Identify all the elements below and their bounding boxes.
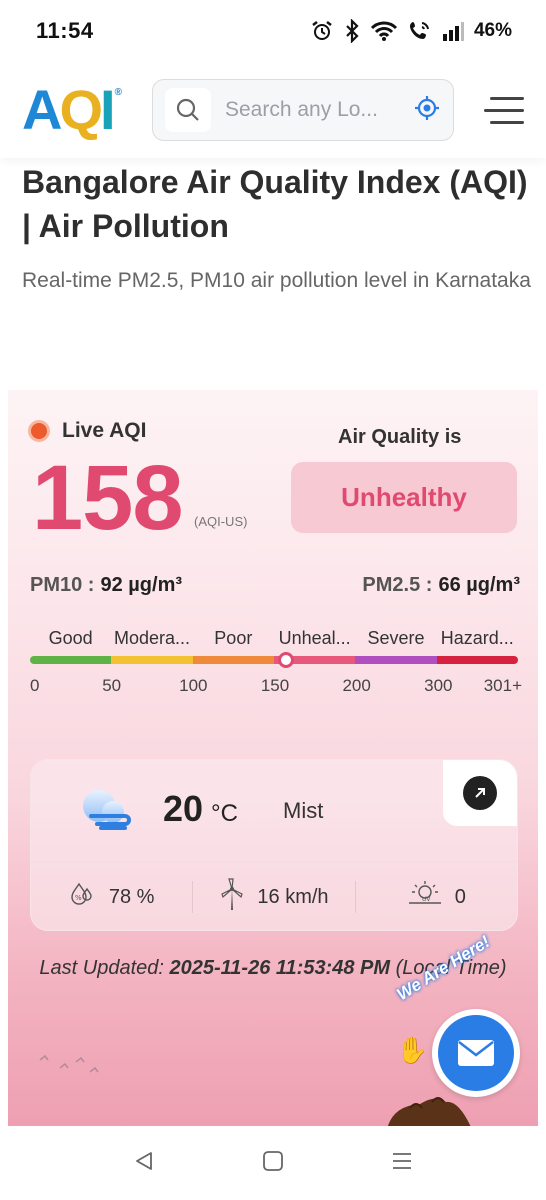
scale-label-moderate: Modera... xyxy=(113,628,191,648)
scale-segment-severe xyxy=(355,656,437,664)
wind-value: 16 km/h xyxy=(257,885,329,908)
aqi-logo[interactable]: A Q I ® xyxy=(22,82,130,138)
signal-icon xyxy=(442,21,464,41)
uv-sun-icon: UV xyxy=(407,879,443,915)
aqi-scale-ticks: 0 50 100 150 200 300 301+ xyxy=(28,676,522,698)
humidity-metric: % 78 % xyxy=(31,881,192,913)
site-header: A Q I ® Search any Lo... xyxy=(0,62,546,158)
birds-illustration xyxy=(39,1054,99,1073)
scale-segment-good xyxy=(30,656,112,664)
aqi-scale-labels: Good Modera... Poor Unheal... Severe Haz… xyxy=(30,628,518,649)
humidity-value: 78 % xyxy=(108,885,155,908)
status-time: 11:54 xyxy=(36,18,94,43)
status-icons: 46% xyxy=(310,19,512,43)
humidity-icon: % xyxy=(69,881,97,913)
status-bar: 11:54 46% xyxy=(0,0,546,62)
system-nav-bar xyxy=(0,1126,546,1200)
battery-percentage: 46% xyxy=(473,20,512,41)
live-indicator-icon xyxy=(28,420,50,442)
search-icon[interactable] xyxy=(165,88,211,132)
pm-readings: PM10 :92 µg/m³ PM2.5 :66 µg/m³ xyxy=(30,574,520,597)
aqi-value: 158 xyxy=(32,447,183,549)
scale-label-hazardous: Hazard... xyxy=(440,628,514,648)
temperature-value: 20 xyxy=(163,788,204,829)
uv-value: 0 xyxy=(454,885,466,908)
svg-text:%: % xyxy=(75,894,82,902)
wifi-icon xyxy=(370,20,398,42)
mail-icon[interactable] xyxy=(438,1015,514,1091)
back-icon[interactable] xyxy=(132,1149,156,1178)
location-target-icon[interactable] xyxy=(413,94,441,127)
scale-segment-poor xyxy=(192,656,274,664)
scale-label-severe: Severe xyxy=(367,628,425,648)
mist-cloud-icon xyxy=(77,786,133,839)
weather-details-button[interactable] xyxy=(443,760,517,826)
hamburger-menu-icon[interactable] xyxy=(484,96,524,124)
recents-icon[interactable] xyxy=(390,1149,414,1178)
page-title: Bangalore Air Quality Index (AQI) | Air … xyxy=(22,164,528,244)
aqi-scale-bar xyxy=(30,656,518,664)
last-updated-timestamp: 2025-11-26 11:53:48 PM xyxy=(169,957,391,979)
weather-card[interactable]: 20 °C Mist % 78 % 16 km/h UV 0 xyxy=(30,759,518,931)
svg-text:UV: UV xyxy=(422,896,431,903)
scale-tick: 150 xyxy=(260,676,290,695)
arrow-up-right-icon[interactable] xyxy=(463,776,497,810)
air-quality-status-badge: Unhealthy xyxy=(291,462,517,533)
scale-label-unhealthy: Unheal... xyxy=(278,628,351,648)
scale-tick: 50 xyxy=(102,676,122,695)
scale-segment-moderate xyxy=(111,656,193,664)
temperature-unit: °C xyxy=(211,800,238,827)
home-icon[interactable] xyxy=(261,1149,285,1178)
scale-tick: 100 xyxy=(179,676,208,695)
scale-tick: 301+ xyxy=(483,676,522,695)
pm10-reading: PM10 :92 µg/m³ xyxy=(30,574,183,596)
wifi-call-icon xyxy=(408,19,432,43)
live-aqi-label: Live AQI xyxy=(62,419,147,442)
weather-summary: 20 °C Mist xyxy=(31,760,517,862)
bluetooth-icon xyxy=(344,19,360,43)
weather-condition: Mist xyxy=(283,798,324,823)
uv-metric: UV 0 xyxy=(356,879,517,915)
air-quality-label: Air Quality is xyxy=(338,426,462,448)
weather-metrics: % 78 % 16 km/h UV 0 xyxy=(31,864,517,930)
scale-tick: 0 xyxy=(30,676,40,695)
scale-segment-hazardous xyxy=(436,656,518,664)
scale-tick: 300 xyxy=(424,676,453,695)
scale-label-good: Good xyxy=(48,628,93,648)
aqi-unit: (AQI-US) xyxy=(194,514,248,529)
page-subtitle: Real-time PM2.5, PM10 air pollution leve… xyxy=(22,269,531,292)
wave-hand-icon: ✋ xyxy=(396,1035,429,1065)
scale-label-poor: Poor xyxy=(214,628,253,648)
wind-metric: 16 km/h xyxy=(193,877,354,917)
scale-tick: 200 xyxy=(342,676,371,695)
wind-turbine-icon xyxy=(219,877,245,917)
pm25-reading: PM2.5 :66 µg/m³ xyxy=(362,574,520,596)
chat-widget[interactable]: We Are Here! ✋ xyxy=(390,932,530,1100)
search-input[interactable]: Search any Lo... xyxy=(225,98,413,122)
aqi-scale-marker xyxy=(278,652,295,668)
chat-button[interactable] xyxy=(432,1009,520,1097)
search-box[interactable]: Search any Lo... xyxy=(152,79,454,141)
alarm-icon xyxy=(310,19,334,43)
